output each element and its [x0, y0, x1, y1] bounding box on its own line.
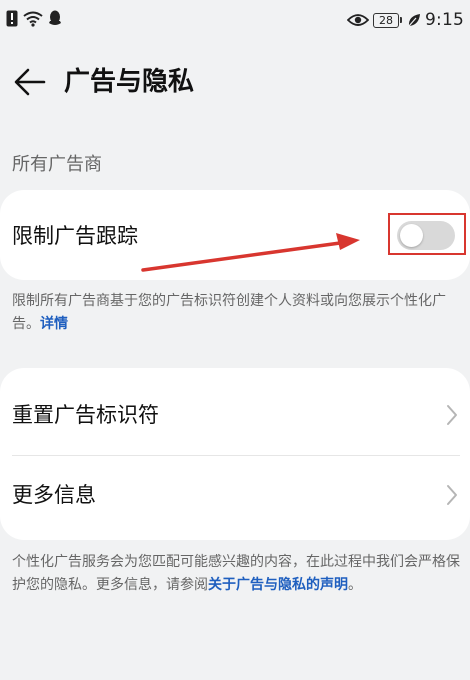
status-bar: 28 9:15	[0, 0, 470, 42]
status-time: 9:15	[425, 10, 464, 30]
menu-item-label: 更多信息	[12, 483, 96, 507]
chevron-right-icon	[447, 405, 457, 425]
menu-item-label: 重置广告标识符	[12, 403, 159, 427]
menu-item-reset-ad-id[interactable]: 重置广告标识符	[0, 375, 470, 453]
eye-icon	[347, 14, 370, 26]
status-bar-left	[6, 10, 62, 27]
battery-icon: 28	[373, 12, 403, 28]
app-header: 广告与隐私	[0, 52, 470, 112]
menu-item-more-info[interactable]: 更多信息	[0, 456, 470, 534]
privacy-statement-link[interactable]: 关于广告与隐私的声明	[208, 577, 348, 593]
battery-level: 28	[379, 13, 394, 27]
section-label: 所有广告商	[12, 154, 102, 175]
qq-icon	[49, 10, 61, 25]
back-arrow-icon	[14, 68, 46, 96]
leaf-icon	[408, 14, 421, 27]
wifi-icon	[23, 11, 43, 27]
details-link[interactable]: 详情	[40, 316, 68, 332]
chevron-right-icon	[447, 485, 457, 505]
limit-tracking-label: 限制广告跟踪	[12, 224, 138, 248]
alert-icon	[6, 10, 18, 27]
footer-suffix: 。	[348, 577, 362, 593]
limit-tracking-description-text: 限制所有广告商基于您的广告标识符创建个人资料或向您展示个性化广告。	[12, 293, 446, 332]
status-bar-right: 28 9:15	[347, 10, 464, 30]
back-button[interactable]	[12, 64, 48, 100]
limit-tracking-description: 限制所有广告商基于您的广告标识符创建个人资料或向您展示个性化广告。详情	[12, 290, 462, 336]
annotation-highlight-box	[388, 213, 466, 255]
page-title: 广告与隐私	[64, 67, 195, 97]
footer-description: 个性化广告服务会为您匹配可能感兴趣的内容，在此过程中我们会严格保护您的隐私。更多…	[12, 551, 462, 597]
